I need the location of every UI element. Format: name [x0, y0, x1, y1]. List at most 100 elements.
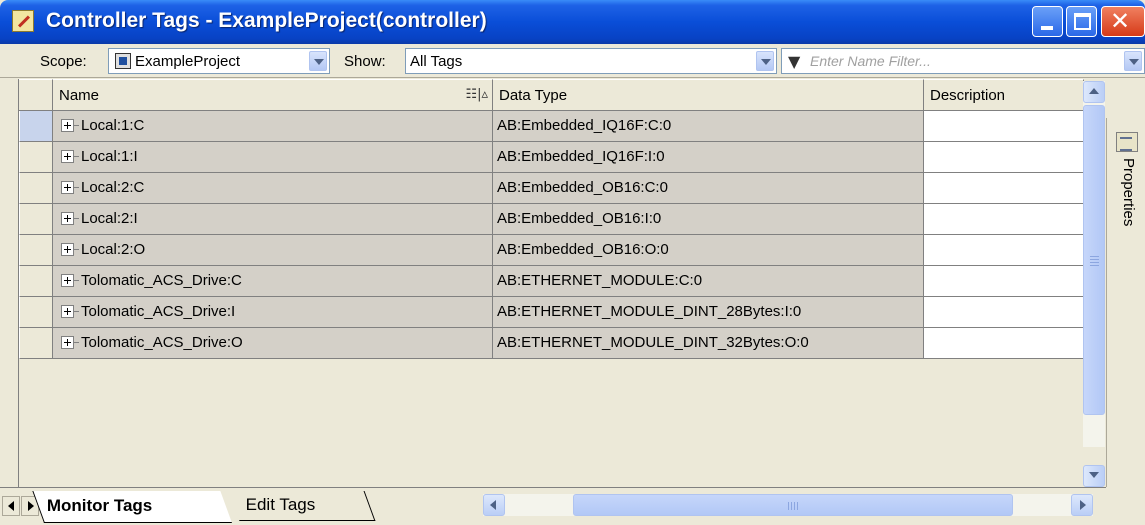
tab-monitor-tags[interactable]: Monitor Tags [32, 491, 232, 523]
minimize-icon [1041, 26, 1053, 30]
description-cell[interactable] [924, 235, 1084, 266]
data-type: AB:ETHERNET_MODULE_DINT_28Bytes:I:0 [497, 303, 802, 320]
arrow-right-icon [28, 501, 34, 511]
arrow-left-icon [8, 501, 14, 511]
column-header-description[interactable]: Description [924, 79, 1084, 111]
maximize-icon [1074, 13, 1091, 30]
scope-label: Scope: [40, 53, 87, 70]
sort-ascending-icon[interactable]: ☷|▵ [465, 87, 488, 102]
tag-name-cell[interactable]: Local:2:O [53, 235, 493, 266]
row-header-corner[interactable] [19, 79, 53, 111]
size-grip-corner [1106, 487, 1145, 525]
data-type-cell[interactable]: AB:Embedded_IQ16F:I:0 [493, 142, 924, 173]
data-type-cell[interactable]: AB:Embedded_OB16:I:0 [493, 204, 924, 235]
controller-tags-window: Controller Tags - ExampleProject(control… [0, 0, 1145, 525]
tag-name-cell[interactable]: Tolomatic_ACS_Drive:O [53, 328, 493, 359]
description-cell[interactable] [924, 204, 1084, 235]
row-selector[interactable] [19, 235, 53, 266]
grip-line [1090, 265, 1099, 266]
title-bar[interactable]: Controller Tags - ExampleProject(control… [0, 0, 1145, 44]
row-selector[interactable] [19, 297, 53, 328]
minimize-button[interactable] [1032, 6, 1063, 37]
maximize-button[interactable] [1066, 6, 1097, 37]
column-header-name[interactable]: Name ☷|▵ [53, 79, 493, 111]
vertical-scroll-thumb[interactable] [1083, 105, 1105, 415]
expand-icon[interactable] [61, 336, 74, 349]
tab-edit-tags[interactable]: Edit Tags [228, 491, 376, 521]
tag-name: Local:1:C [81, 117, 145, 134]
vertical-scrollbar[interactable] [1083, 81, 1105, 487]
expand-icon[interactable] [61, 305, 74, 318]
arrow-down-icon [1089, 472, 1099, 478]
expand-icon[interactable] [61, 212, 74, 225]
tag-name-cell[interactable]: Tolomatic_ACS_Drive:C [53, 266, 493, 297]
close-button[interactable]: ✕ [1101, 6, 1145, 37]
data-type: AB:Embedded_OB16:I:0 [497, 210, 662, 227]
project-icon [115, 53, 131, 69]
show-dropdown[interactable]: All Tags [405, 48, 777, 74]
description-cell[interactable] [924, 328, 1084, 359]
scroll-down-button[interactable] [1083, 465, 1105, 487]
data-type-cell[interactable]: AB:ETHERNET_MODULE:C:0 [493, 266, 924, 297]
expand-icon[interactable] [61, 243, 74, 256]
chevron-down-icon[interactable] [1124, 51, 1142, 71]
tag-name-cell[interactable]: Local:2:C [53, 173, 493, 204]
data-type-cell[interactable]: AB:Embedded_OB16:C:0 [493, 173, 924, 204]
expand-icon[interactable] [61, 119, 74, 132]
column-header-data-type[interactable]: Data Type [493, 79, 924, 111]
row-selector[interactable] [19, 142, 53, 173]
scope-value: ExampleProject [135, 53, 241, 70]
tag-name: Tolomatic_ACS_Drive:I [81, 303, 236, 320]
scope-dropdown[interactable]: ExampleProject [108, 48, 330, 74]
horizontal-scrollbar[interactable] [482, 493, 1094, 517]
arrow-left-icon [490, 500, 496, 510]
properties-tab-label[interactable]: Properties [1120, 158, 1137, 226]
description-cell[interactable] [924, 266, 1084, 297]
data-type: AB:Embedded_OB16:O:0 [497, 241, 669, 258]
tag-name: Local:1:I [81, 148, 138, 165]
tab-label: Edit Tags [245, 495, 316, 514]
row-selector[interactable] [19, 173, 53, 204]
row-selector[interactable] [19, 266, 53, 297]
chevron-down-icon[interactable] [309, 51, 327, 71]
chevron-down-icon[interactable] [756, 51, 774, 71]
row-selector[interactable] [19, 328, 53, 359]
grip-line [1090, 256, 1099, 257]
data-type: AB:ETHERNET_MODULE_DINT_32Bytes:O:0 [497, 334, 809, 351]
tag-name-cell[interactable]: Tolomatic_ACS_Drive:I [53, 297, 493, 328]
tree-line [74, 156, 79, 157]
previous-tab-button[interactable] [2, 496, 20, 516]
description-cell[interactable] [924, 173, 1084, 204]
row-selector[interactable] [19, 111, 53, 142]
name-filter-input[interactable]: ▼ Enter Name Filter... [781, 48, 1145, 74]
data-type: AB:ETHERNET_MODULE:C:0 [497, 272, 703, 289]
properties-icon[interactable] [1116, 132, 1138, 152]
properties-side-panel[interactable]: Properties [1106, 118, 1145, 518]
description-cell[interactable] [924, 297, 1084, 328]
scroll-up-button[interactable] [1083, 81, 1105, 103]
expand-icon[interactable] [61, 150, 74, 163]
tag-name: Local:2:I [81, 210, 138, 227]
row-selector[interactable] [19, 204, 53, 235]
grip-line [1090, 259, 1099, 260]
tag-name-cell[interactable]: Local:1:I [53, 142, 493, 173]
data-type-cell[interactable]: AB:ETHERNET_MODULE_DINT_28Bytes:I:0 [493, 297, 924, 328]
horizontal-scroll-thumb[interactable] [573, 494, 1013, 516]
scroll-left-button[interactable] [483, 494, 505, 516]
tag-name-cell[interactable]: Local:2:I [53, 204, 493, 235]
scroll-right-button[interactable] [1071, 494, 1093, 516]
description-cell[interactable] [924, 142, 1084, 173]
arrow-up-icon [1089, 88, 1099, 94]
description-cell[interactable] [924, 111, 1084, 142]
data-type-cell[interactable]: AB:Embedded_OB16:O:0 [493, 235, 924, 266]
data-type: AB:Embedded_IQ16F:I:0 [497, 148, 665, 165]
data-type-cell[interactable]: AB:ETHERNET_MODULE_DINT_32Bytes:O:0 [493, 328, 924, 359]
expand-icon[interactable] [61, 274, 74, 287]
grip-line [788, 502, 789, 510]
close-icon: ✕ [1110, 7, 1131, 35]
tree-line [74, 218, 79, 219]
filter-placeholder: Enter Name Filter... [810, 53, 931, 69]
tag-name-cell[interactable]: Local:1:C [53, 111, 493, 142]
expand-icon[interactable] [61, 181, 74, 194]
data-type-cell[interactable]: AB:Embedded_IQ16F:C:0 [493, 111, 924, 142]
